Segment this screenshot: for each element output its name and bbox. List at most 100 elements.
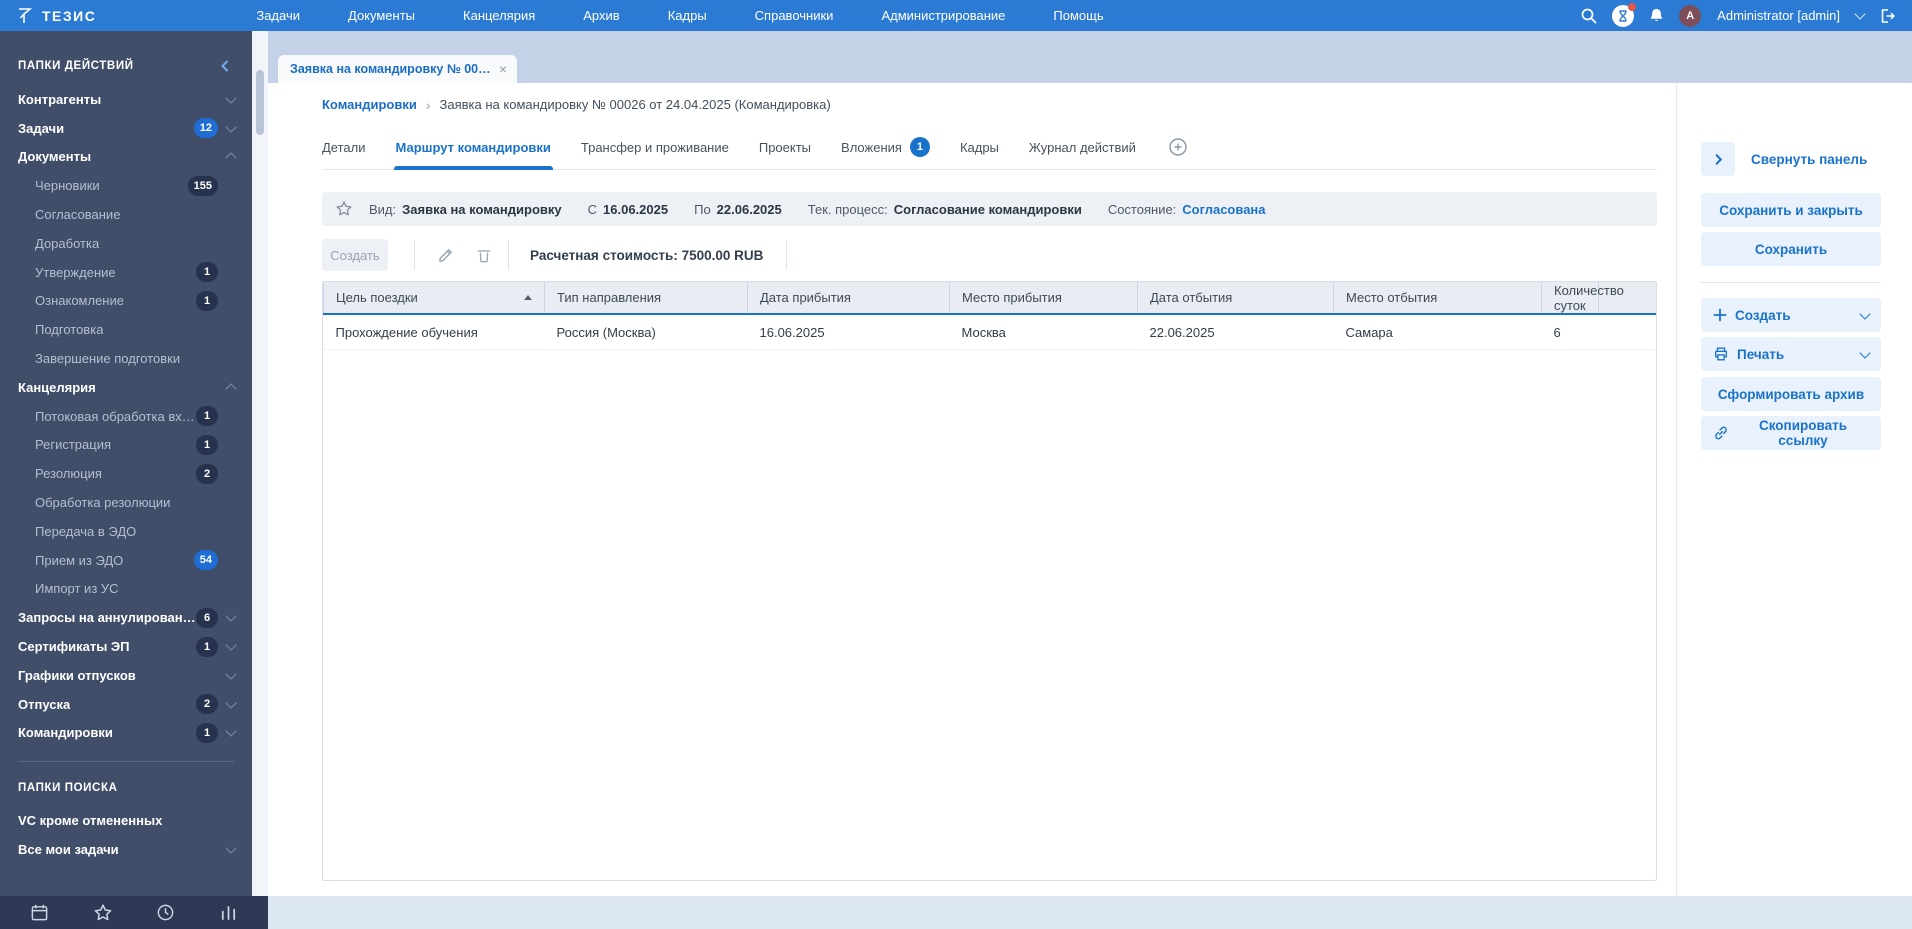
document-tab[interactable]: Трансфер и проживание [581,125,729,169]
infobar-field: С 16.06.2025 [588,202,668,217]
sidebar-item-label: Регистрация [35,437,111,453]
printer-icon [1713,346,1729,362]
top-menu-item[interactable]: Канцелярия [463,8,535,23]
tab-count-badge: 1 [909,137,930,157]
sidebar-item[interactable]: Потоковая обработка вхо... 1 [0,402,252,431]
add-tab-icon[interactable] [1168,137,1188,157]
sidebar-item[interactable]: Прием из ЭДО 54 [0,546,252,575]
sidebar-item[interactable]: Завершение подготовки [0,344,252,373]
cell-arrival-date: 16.06.2025 [747,314,950,350]
sidebar-item[interactable]: Утверждение 1 [0,258,252,287]
create-archive-button[interactable]: Сформировать архив [1701,377,1881,411]
favorites-star-icon[interactable] [93,903,113,923]
sidebar-item[interactable]: Запросы на аннулирование 6 [0,603,252,632]
breadcrumb-link[interactable]: Командировки [322,97,417,112]
create-button[interactable]: Создать [322,239,388,271]
document-tab[interactable]: Детали [322,125,366,169]
user-menu-chevron-icon[interactable] [1854,8,1866,20]
delete-trash-icon[interactable] [475,246,493,264]
sidebar-item[interactable]: Канцелярия [0,373,252,402]
save-button[interactable]: Сохранить [1701,232,1881,266]
top-menu-item[interactable]: Кадры [668,8,707,23]
top-menu-item[interactable]: Администрирование [881,8,1005,23]
top-menu-item[interactable]: Документы [348,8,415,23]
field-value: Заявка на командировку [402,201,562,217]
document-tab-label: Проекты [758,139,812,155]
sidebar-item[interactable]: Черновики 155 [0,171,252,200]
reports-chart-icon[interactable] [219,903,238,922]
create-dropdown-button[interactable]: Создать [1701,298,1881,332]
sidebar-item[interactable]: Резолюция 2 [0,459,252,488]
toolbar-divider [414,240,415,270]
sidebar-item[interactable]: Ознакомление 1 [0,287,252,316]
sidebar-item[interactable]: Контрагенты [0,85,252,114]
sidebar-collapse-icon[interactable] [218,59,232,73]
sidebar-item-label: Доработка [35,235,100,251]
sidebar-scrollbar[interactable] [252,31,268,896]
sidebar-item[interactable]: Командировки 1 [0,719,252,748]
table-header-cell[interactable]: Место прибытия [949,282,1138,315]
chevron-right-icon[interactable] [1701,142,1735,176]
document-tab[interactable]: Маршрут командировки [393,125,554,170]
sidebar-item[interactable]: Сертификаты ЭП 1 [0,632,252,661]
search-icon[interactable] [1580,7,1598,25]
logout-icon[interactable] [1878,7,1896,25]
create-dropdown-label: Создать [1735,307,1791,323]
sidebar-item[interactable]: Все мои задачи [0,835,252,864]
close-icon[interactable]: × [499,62,507,76]
copy-link-button[interactable]: Скопировать ссылку [1701,416,1881,450]
save-and-close-button[interactable]: Сохранить и закрыть [1701,193,1881,227]
column-label: Дата прибытия [760,290,851,305]
sidebar-item[interactable]: Передача в ЭДО [0,517,252,546]
table-header-cell[interactable]: Дата прибытия [747,282,950,315]
sidebar: ПАПКИ ДЕЙСТВИЙ Контрагенты Задачи 12 Док… [0,31,252,896]
favorite-star-icon[interactable] [335,200,353,218]
bell-icon[interactable] [1648,7,1665,24]
top-menu-item[interactable]: Помощь [1053,8,1103,23]
table-header-cell[interactable]: Количество суток [1540,282,1624,315]
table-header-cell[interactable]: Тип направления [544,282,748,315]
document-tab[interactable]: Кадры [960,125,999,169]
document-tab-label: Журнал действий [1028,139,1136,155]
table-row[interactable]: Прохождение обучения Россия (Москва) 16.… [323,314,1656,350]
top-menu-item[interactable]: Задачи [256,8,300,23]
sidebar-item[interactable]: Документы [0,143,252,172]
sidebar-item[interactable]: VC кроме отмененных [0,806,252,835]
sidebar-item[interactable]: Доработка [0,229,252,258]
edit-pencil-icon[interactable] [436,246,455,265]
table-header-cell[interactable]: Дата отбытия [1137,282,1334,315]
document-tab[interactable]: Проекты [759,125,811,169]
sidebar-item[interactable]: Подготовка [0,315,252,344]
top-menu-item[interactable]: Справочники [755,8,834,23]
avatar[interactable]: A [1679,4,1702,27]
print-dropdown-button[interactable]: Печать [1701,337,1881,371]
sidebar-item[interactable]: Обработка резолюции [0,488,252,517]
breadcrumb-separator: › [425,96,431,113]
sort-asc-icon [524,295,532,300]
sidebar-item[interactable]: Импорт из УС [0,575,252,604]
table-header-cell[interactable]: Место отбытия [1333,282,1542,315]
window-tab[interactable]: Заявка на командировку № 00026 от 24.04.… [278,55,517,83]
sidebar-item[interactable]: Отпуска 2 [0,690,252,719]
sidebar-item[interactable]: Регистрация 1 [0,431,252,460]
document-tab[interactable]: Вложения 1 [841,125,930,169]
collapse-panel-control[interactable]: Свернуть панель [1701,142,1881,176]
toolbar-divider [786,240,788,270]
processes-hourglass-icon[interactable] [1612,2,1637,27]
count-badge: 155 [187,175,218,196]
chevron-icon [225,121,237,133]
search-folders-title: ПАПКИ ПОИСКА [18,782,118,795]
top-menu-item[interactable]: Архив [583,8,619,23]
sidebar-item[interactable]: Задачи 12 [0,114,252,143]
document-tab[interactable]: Журнал действий [1029,125,1136,169]
sidebar-item[interactable]: Согласование [0,200,252,229]
calendar-icon[interactable] [30,903,49,922]
user-name[interactable]: Administrator [admin] [1717,8,1840,23]
document-tab-label: Детали [322,139,366,155]
column-label: Тип направления [557,290,662,305]
sidebar-item[interactable]: Графики отпусков [0,661,252,690]
history-icon[interactable] [156,903,175,922]
scrollbar-thumb[interactable] [256,70,264,135]
table-header-cell[interactable]: Цель поездки [323,282,545,315]
chevron-icon [225,696,237,709]
